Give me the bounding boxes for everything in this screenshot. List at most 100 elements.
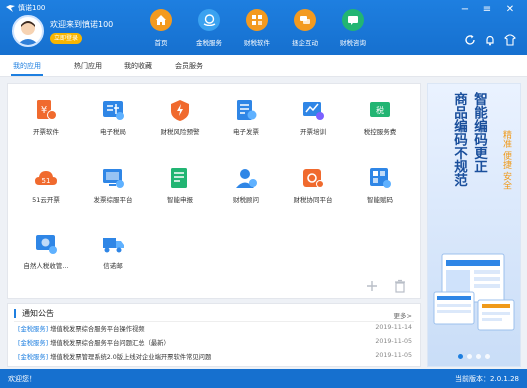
notice-item[interactable]: [金税服务] 增值税发票管理系统2.0版上线对企业端开票软件常见问题 2019-… <box>18 352 412 362</box>
brand-logo-icon <box>6 4 15 12</box>
main-nav: 首页 金税服务 财税软件 拯企互动 财税咨询 <box>137 9 377 47</box>
user-avatar-icon <box>17 21 39 45</box>
svg-text:¥: ¥ <box>41 105 47 116</box>
app-personal-tax[interactable]: 自然人税收管... <box>13 232 79 270</box>
app-e-invoice[interactable]: 电子发票 <box>213 98 279 136</box>
carousel-dots <box>458 354 490 359</box>
banner-headline-1: 智能编码更正 <box>471 92 487 173</box>
minimize-button[interactable]: − <box>458 4 472 15</box>
app-smart-coding[interactable]: 智能赋码 <box>347 166 413 204</box>
svg-text:51: 51 <box>42 177 51 185</box>
close-button[interactable]: ✕ <box>503 4 517 15</box>
nav-item-home[interactable]: 首页 <box>137 9 185 47</box>
app-cloud-invoice[interactable]: 51 51云开票 <box>13 166 79 204</box>
app-label: 51云开票 <box>32 196 60 204</box>
refresh-icon[interactable] <box>464 34 476 46</box>
tab-my-apps[interactable]: 我的应用 <box>11 61 43 76</box>
app-label: 电子发票 <box>233 128 259 136</box>
smart-coding-icon <box>368 166 392 190</box>
notice-tag: [金税服务] <box>18 326 49 333</box>
app-label: 自然人税收管... <box>23 262 69 270</box>
version-label: 当前版本：2.0.1.28 <box>455 375 519 383</box>
divider <box>14 321 414 322</box>
notice-text: 增值税发票综合服务平台操作视频 <box>50 326 145 333</box>
svg-text:税: 税 <box>376 105 384 115</box>
title-bar: 慎诺100 欢迎来到慎诺100 立即登录 首页 金税服务 财税软件 拯企互动 财… <box>0 0 527 55</box>
cloud-invoice-icon: 51 <box>34 166 58 190</box>
app-label: 财税顾问 <box>233 196 259 204</box>
app-label: 智能赋码 <box>367 196 393 204</box>
add-app-icon[interactable] <box>365 279 379 293</box>
tabs-bar: 我的应用 热门应用 我的收藏 会员服务 <box>0 55 527 77</box>
app-label: 税控服务费 <box>363 128 397 136</box>
nav-item-label: 财税软件 <box>244 39 270 47</box>
app-collab-platform[interactable]: 财税协同平台 <box>280 166 346 204</box>
notice-item[interactable]: [金税服务] 增值税发票综合服务平台操作视频 2019-11-14 <box>18 324 412 334</box>
app-e-tax-bureau[interactable]: 电子税局 <box>80 98 146 136</box>
carousel-dot[interactable] <box>458 354 463 359</box>
status-welcome: 欢迎您！ <box>8 375 36 383</box>
notice-date: 2019-11-05 <box>375 338 412 345</box>
nav-item-label: 首页 <box>154 39 168 47</box>
invoice-software-icon: ¥ <box>34 98 58 122</box>
banner-tagline: 精准 便捷 安全 <box>501 130 511 190</box>
status-bar: 欢迎您！ 当前版本：2.0.1.28 <box>0 369 527 388</box>
promo-banner[interactable]: 智能编码更正 商品编码不规范 精准 便捷 安全 <box>427 83 521 367</box>
home-icon <box>150 9 172 31</box>
nav-item-label: 财税咨询 <box>340 39 366 47</box>
e-tax-bureau-icon <box>101 98 125 122</box>
notice-title: 通知公告 <box>14 309 54 318</box>
nav-item-tax-service[interactable]: 金税服务 <box>185 9 233 47</box>
bell-icon[interactable] <box>484 34 496 46</box>
notice-panel: 通知公告 更多> [金税服务] 增值税发票综合服务平台操作视频 2019-11-… <box>7 303 421 367</box>
avatar[interactable] <box>12 15 44 47</box>
training-icon <box>301 98 325 122</box>
consult-icon <box>342 9 364 31</box>
notice-date: 2019-11-05 <box>375 352 412 359</box>
app-label: 财税风险预警 <box>160 128 200 136</box>
carousel-dot[interactable] <box>485 354 490 359</box>
skin-icon[interactable] <box>504 34 516 46</box>
nav-item-software[interactable]: 财税软件 <box>233 9 281 47</box>
nav-item-interaction[interactable]: 拯企互动 <box>281 9 329 47</box>
advisor-icon <box>234 166 258 190</box>
more-link[interactable]: 更多> <box>394 310 412 320</box>
banner-screens-illustration <box>433 253 515 331</box>
delete-app-icon[interactable] <box>393 279 407 293</box>
notice-text: 增值税发票管理系统2.0版上线对企业端开票软件常见问题 <box>50 354 212 361</box>
app-invoice-software[interactable]: ¥ 开票软件 <box>13 98 79 136</box>
app-mail-truck[interactable]: 信诺邮 <box>80 232 146 270</box>
collab-platform-icon <box>301 166 325 190</box>
smart-declare-icon <box>168 166 192 190</box>
app-tax-control-fee[interactable]: 税 税控服务费 <box>347 98 413 136</box>
menu-button[interactable]: ≡ <box>480 4 494 15</box>
nav-item-label: 拯企互动 <box>292 39 318 47</box>
apps-panel: ¥ 开票软件 电子税局 财税风险预警 电子发票 开票培训 税 税控服务费 51 … <box>7 83 421 299</box>
brand-name: 慎诺100 <box>18 4 46 12</box>
app-label: 发票综服平台 <box>93 196 133 204</box>
app-label: 信诺邮 <box>103 262 123 270</box>
app-risk-warning[interactable]: 财税风险预警 <box>147 98 213 136</box>
app-smart-declare[interactable]: 智能申报 <box>147 166 213 204</box>
app-training[interactable]: 开票培训 <box>280 98 346 136</box>
carousel-dot[interactable] <box>467 354 472 359</box>
carousel-dot[interactable] <box>476 354 481 359</box>
nav-item-consult[interactable]: 财税咨询 <box>329 9 377 47</box>
app-advisor[interactable]: 财税顾问 <box>213 166 279 204</box>
mail-truck-icon <box>101 232 125 256</box>
tab-hot-apps[interactable]: 热门应用 <box>74 61 102 71</box>
app-label: 开票软件 <box>33 128 59 136</box>
banner-headline-2: 商品编码不规范 <box>451 92 467 187</box>
app-invoice-platform[interactable]: 发票综服平台 <box>80 166 146 204</box>
interaction-icon <box>294 9 316 31</box>
app-label: 智能申报 <box>167 196 193 204</box>
notice-tag: [金税服务] <box>18 354 49 361</box>
login-button[interactable]: 立即登录 <box>50 33 82 44</box>
tax-service-icon <box>198 9 220 31</box>
notice-item[interactable]: [金税服务] 增值税发票综合服务平台问题汇总（最新） 2019-11-05 <box>18 338 412 348</box>
tab-member-service[interactable]: 会员服务 <box>175 61 203 71</box>
e-invoice-icon <box>234 98 258 122</box>
invoice-platform-icon <box>101 166 125 190</box>
tab-favorites[interactable]: 我的收藏 <box>124 61 152 71</box>
personal-tax-icon <box>34 232 58 256</box>
